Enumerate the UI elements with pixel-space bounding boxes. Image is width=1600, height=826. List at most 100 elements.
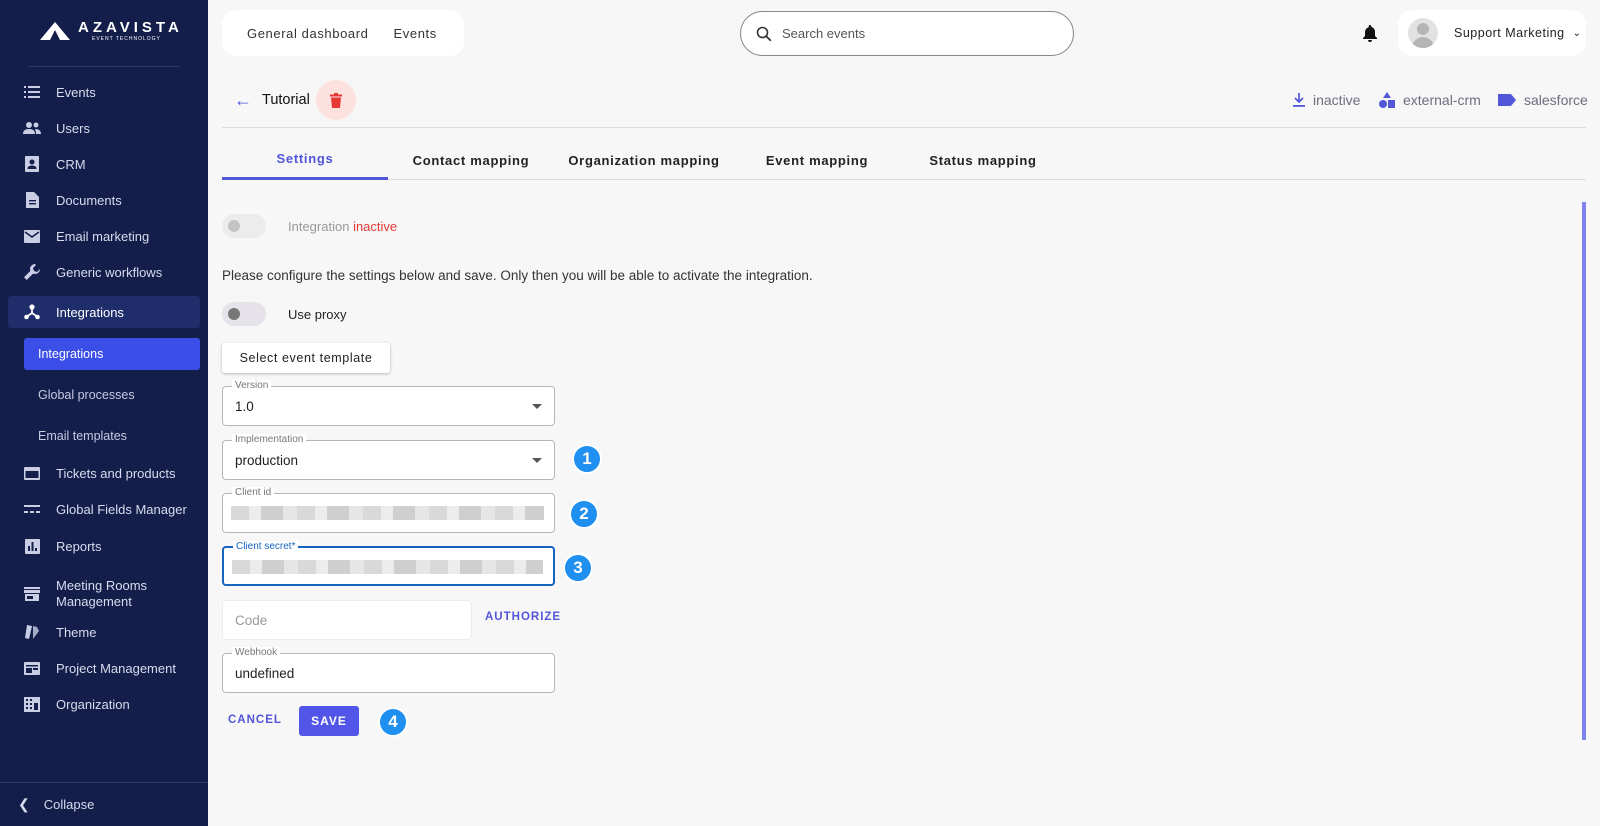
logo-sub: EVENT TECHNOLOGY (92, 36, 161, 42)
cancel-button[interactable]: CANCEL (228, 714, 282, 726)
integration-label: Integration (288, 219, 350, 234)
trash-icon (330, 92, 342, 108)
webhook-value: undefined (235, 666, 295, 681)
sidebar-item-label: Organization (56, 696, 130, 712)
card-icon (22, 465, 42, 481)
implementation-label: Implementation (232, 434, 307, 446)
top-tab-events[interactable]: Events (394, 26, 437, 41)
mail-icon (22, 228, 42, 244)
azavista-logo[interactable]: AZAVISTA EVENT TECHNOLOGY (40, 20, 183, 42)
sidebar-item-label: Generic workflows (56, 264, 163, 280)
sidebar-item-label: Reports (56, 538, 102, 554)
dropdown-arrow-icon (532, 458, 542, 463)
version-select[interactable]: Version 1.0 (222, 380, 555, 426)
logo-mark-icon (40, 22, 70, 40)
save-button[interactable]: SAVE (299, 706, 359, 736)
sidebar-item-users[interactable]: Users (8, 112, 200, 144)
use-proxy-toggle[interactable] (222, 302, 266, 326)
sidebar-item-project-management[interactable]: Project Management (8, 652, 200, 684)
client-id-label: Client id (232, 487, 275, 499)
annotation-badge: 2 (569, 499, 599, 529)
integration-status-label: Integration inactive (288, 219, 397, 234)
logo-name: AZAVISTA (78, 19, 183, 36)
back-arrow-icon[interactable]: ← (234, 90, 252, 111)
sidebar-item-crm[interactable]: CRM (8, 148, 200, 180)
sidebar-item-label: Integrations (56, 304, 124, 320)
tab-organization-mapping[interactable]: Organization mapping (554, 140, 734, 180)
version-value: 1.0 (235, 399, 254, 414)
sidebar-item-label: Events (56, 84, 96, 100)
sidebar-item-label: CRM (56, 156, 86, 172)
bell-icon[interactable] (1361, 24, 1379, 42)
fields-icon (22, 501, 42, 517)
sidebar-item-events[interactable]: Events (8, 76, 200, 108)
client-id-field[interactable]: Client id (222, 487, 555, 533)
sidebar-item-meeting-rooms-management[interactable]: Meeting Rooms Management (8, 574, 200, 614)
user-name: Support Marketing (1454, 26, 1565, 40)
sidebar-item-tickets-and-products[interactable]: Tickets and products (8, 457, 200, 489)
tab-settings[interactable]: Settings (222, 140, 388, 180)
sidebar-item-email-marketing[interactable]: Email marketing (8, 220, 200, 252)
sidebar-item-documents[interactable]: Documents (8, 184, 200, 216)
search-icon (756, 26, 772, 41)
client-secret-label: Client secret* (233, 541, 299, 553)
collapse-label: Collapse (43, 797, 95, 812)
sidebar-subitem-global-processes[interactable]: Global processes (24, 379, 200, 411)
implementation-select[interactable]: Implementation production (222, 434, 555, 480)
sidebar-subitem-email-templates[interactable]: Email templates (24, 420, 200, 452)
type-meta: external-crm (1379, 92, 1481, 108)
page-title: Tutorial (262, 92, 310, 108)
integration-toggle[interactable] (222, 214, 266, 238)
status-meta: inactive (1293, 92, 1360, 108)
tab-contact-mapping[interactable]: Contact mapping (388, 140, 554, 180)
use-proxy-label: Use proxy (288, 307, 347, 322)
hub-icon (22, 304, 42, 320)
client-secret-field[interactable]: Client secret* (222, 541, 555, 586)
sidebar-item-label: Meeting Rooms Management (56, 578, 148, 609)
sidebar-item-label: Documents (56, 192, 122, 208)
palette-icon (22, 624, 42, 640)
sidebar-subitem-integrations[interactable]: Integrations (24, 338, 200, 370)
tab-status-mapping[interactable]: Status mapping (900, 140, 1066, 180)
sidebar-item-integrations[interactable]: Integrations (8, 296, 200, 328)
board-icon (22, 660, 42, 676)
authorize-button[interactable]: AUTHORIZE (485, 611, 561, 623)
top-tab-general-dashboard[interactable]: General dashboard (247, 26, 369, 41)
user-menu[interactable]: Support Marketing ⌄ (1398, 10, 1586, 56)
tab-event-mapping[interactable]: Event mapping (734, 140, 900, 180)
sidebar-item-label: Tickets and products (56, 465, 176, 481)
tab-bar: Settings Contact mapping Organization ma… (222, 140, 1586, 180)
sidebar-item-theme[interactable]: Theme (8, 616, 200, 648)
scrollbar[interactable] (1582, 202, 1586, 740)
annotation-badge: 3 (563, 553, 593, 583)
sidebar: AZAVISTA EVENT TECHNOLOGY Events Users C… (0, 0, 208, 826)
sidebar-item-generic-workflows[interactable]: Generic workflows (8, 256, 200, 288)
info-text: Please configure the settings below and … (222, 268, 813, 283)
webhook-field[interactable]: Webhook undefined (222, 647, 555, 693)
store-icon (22, 586, 42, 602)
sidebar-item-reports[interactable]: Reports (8, 530, 200, 562)
shapes-icon (1379, 92, 1395, 108)
contact-card-icon (22, 156, 42, 172)
avatar (1408, 18, 1438, 48)
delete-button[interactable] (316, 80, 356, 120)
chevron-left-icon: ❮ (18, 796, 30, 812)
sidebar-item-label: Project Management (56, 660, 176, 676)
version-label: Version (232, 380, 272, 392)
sidebar-item-global-fields-manager[interactable]: Global Fields Manager (8, 493, 200, 525)
collapse-button[interactable]: ❮ Collapse (0, 782, 208, 826)
sidebar-item-label: Users (56, 120, 90, 136)
download-icon (1293, 93, 1305, 107)
sidebar-item-label: Email marketing (56, 228, 150, 244)
sidebar-item-organization[interactable]: Organization (8, 688, 200, 720)
sidebar-item-label: Global Fields Manager (56, 501, 187, 517)
dropdown-arrow-icon (532, 404, 542, 409)
select-event-template-button[interactable]: Select event template (222, 343, 390, 373)
code-input[interactable]: Code (222, 600, 472, 640)
provider-meta: salesforce (1498, 92, 1588, 108)
annotation-badge: 1 (572, 444, 602, 474)
chart-icon (22, 538, 42, 554)
wrench-icon (22, 264, 42, 280)
search-input[interactable]: Search events (740, 11, 1074, 56)
chevron-down-icon: ⌄ (1572, 27, 1582, 39)
